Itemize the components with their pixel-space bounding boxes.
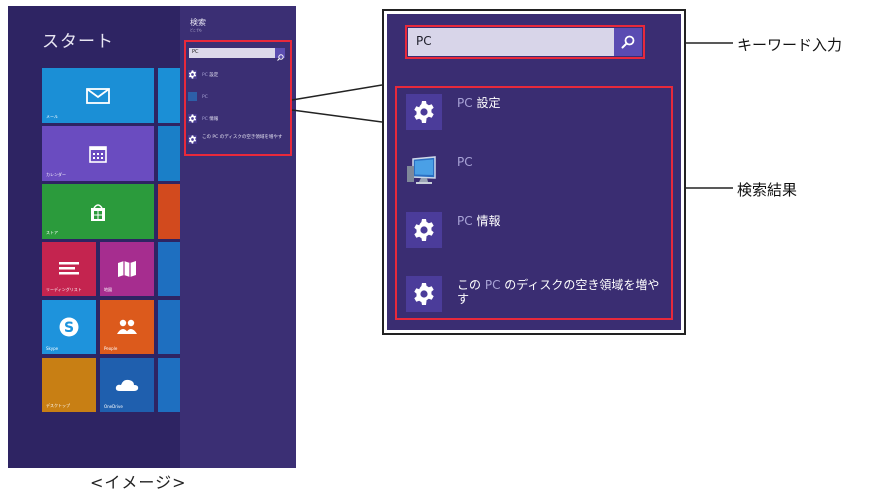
- results-highlight-frame: [395, 86, 673, 320]
- search-highlight-frame: [405, 25, 645, 59]
- callout-search-results: 検索結果: [737, 181, 798, 199]
- image-caption: <イメージ>: [90, 473, 187, 492]
- callout-keyword-input: キーワード入力: [737, 36, 843, 54]
- search-charm-zoomed: PC PC 設定 PC PC 情報 この PC のディスクの空き領域を増やす: [387, 14, 681, 330]
